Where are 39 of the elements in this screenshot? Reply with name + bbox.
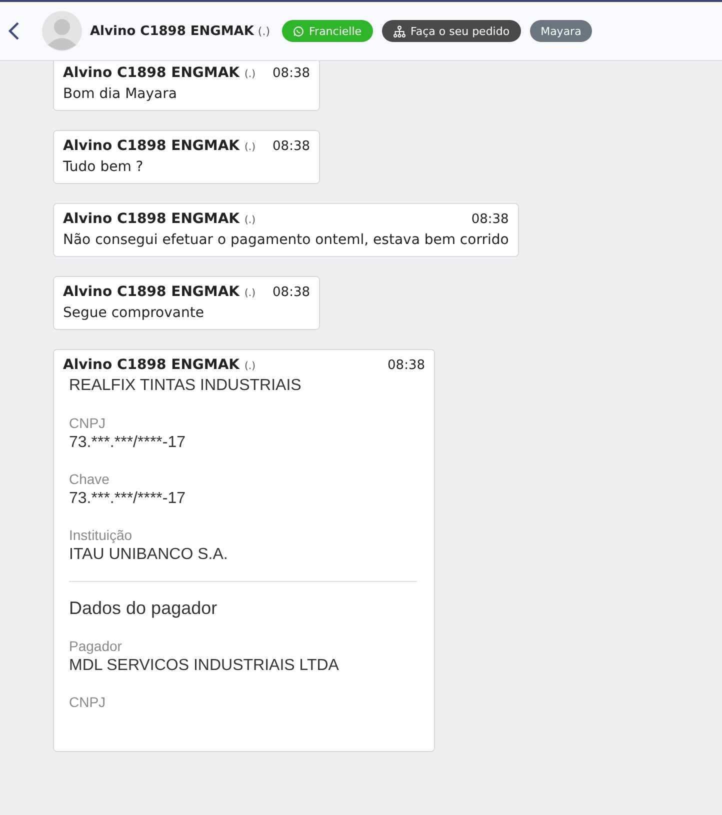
field-label: Instituição [69,527,134,543]
tag-chip[interactable]: Mayara [530,20,592,42]
tag-chip[interactable]: Faça o seu pedido [382,20,521,42]
section-heading: Dados do pagador [69,598,218,619]
field-label: Chave [69,471,110,487]
sender-status: (.) [244,69,256,80]
field-label: CNPJ [69,694,107,710]
message-text: Não consegui efetuar o pagamento onteml, estava bem corrido [63,232,509,248]
chat-bubble-icon [293,26,304,36]
hierarchy-icon [392,24,406,38]
sender-name: Alvino C1898 ENGMAK [63,65,240,81]
field-value: 73.***.***/****-17 [69,434,187,452]
message-time: 08:38 [470,212,509,227]
message-time: 08:38 [386,358,425,373]
sender-name: Alvino C1898 ENGMAK [63,211,240,227]
sender-name: Alvino C1898 ENGMAK [63,138,240,154]
sender-status: (.) [244,142,256,153]
message-time: 08:38 [272,66,310,81]
sender-name: Alvino C1898 ENGMAK [63,284,240,300]
message-text: Tudo bem ? [63,159,144,175]
sender-status: (.) [244,215,256,226]
field-value: MDL SERVICOS INDUSTRIAIS LTDA [69,657,340,675]
tag-chip[interactable]: Francielle [282,20,373,42]
field-value: 73.***.***/****-17 [69,490,187,508]
back-icon[interactable] [8,21,20,41]
sender-status: (.) [244,361,256,372]
message-time: 08:38 [272,285,310,300]
sender-status: (.) [244,288,256,299]
message-text: Bom dia Mayara [63,86,178,102]
avatar-icon [42,11,82,51]
field-label: CNPJ [69,415,107,431]
contact-name: Alvino C1898 ENGMAK [90,24,254,38]
contact-status: (.) [258,24,270,38]
message-time: 08:38 [272,139,310,154]
sender-name: Alvino C1898 ENGMAK [63,357,240,373]
message-text: Segue comprovante [63,305,205,321]
field-label: Pagador [69,638,123,654]
payee-name: REALFIX TINTAS INDUSTRIAIS [69,377,302,395]
field-value: ITAU UNIBANCO S.A. [69,546,229,564]
